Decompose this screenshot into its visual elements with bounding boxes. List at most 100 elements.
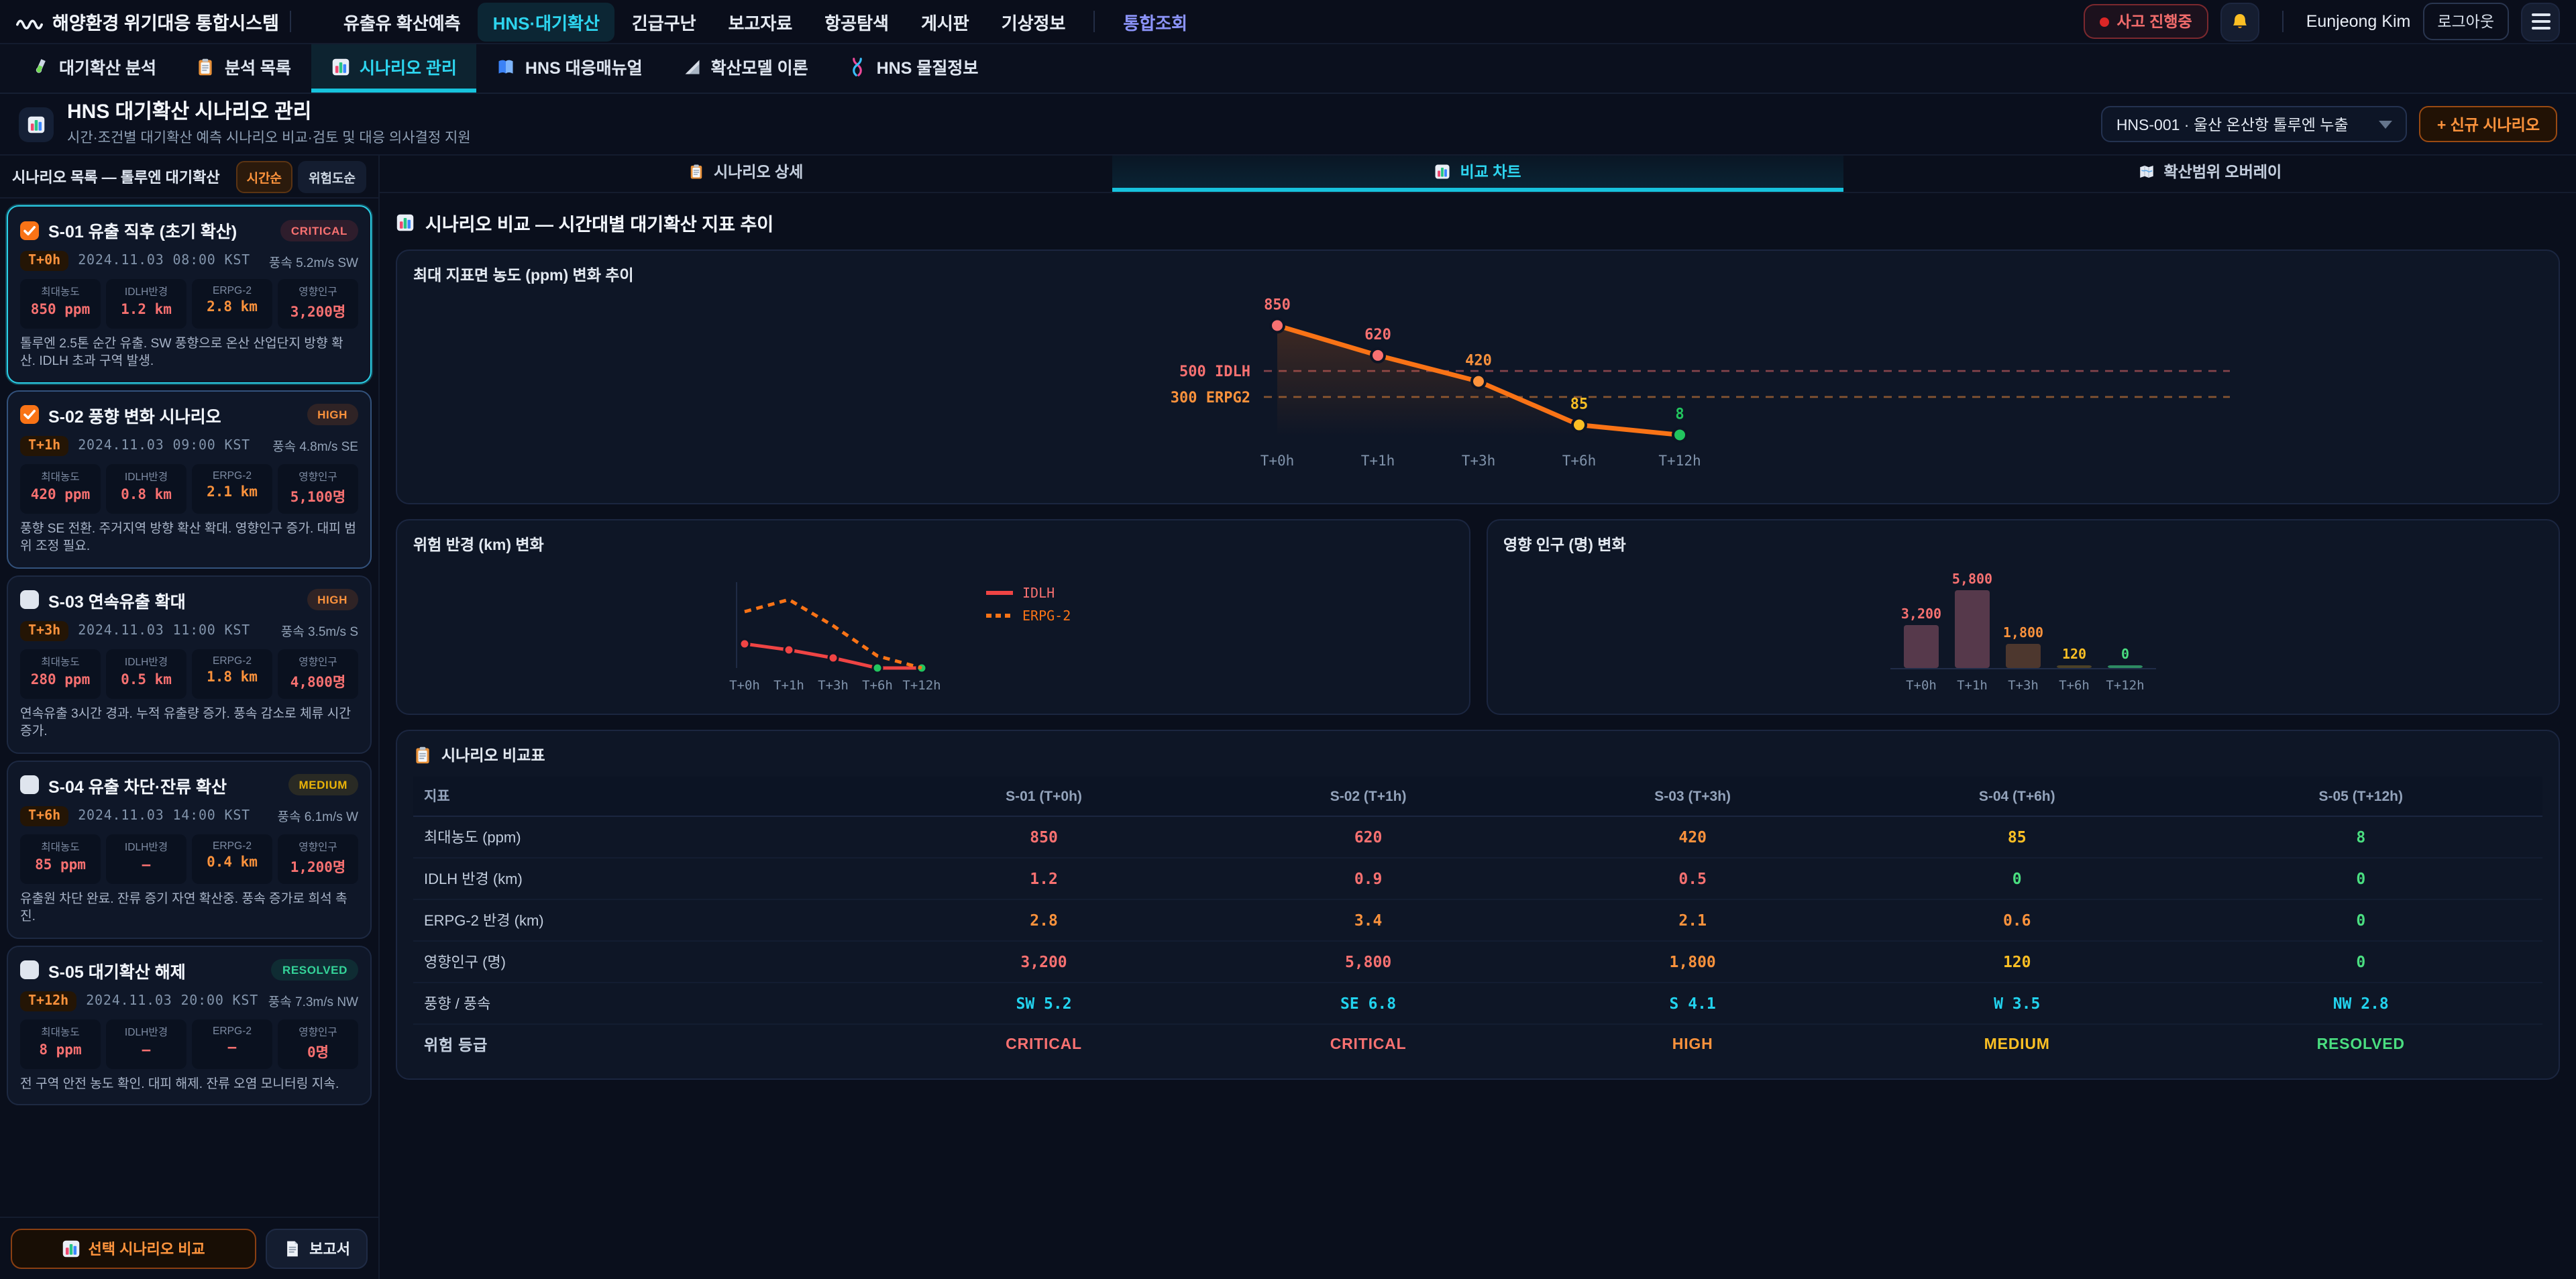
subtab-2[interactable]: 분석 목록 <box>176 44 311 93</box>
table-cell: 420 <box>1530 816 1855 858</box>
report-button[interactable]: 보고서 <box>265 1228 368 1268</box>
nav-item-6[interactable]: 게시판 <box>906 2 984 41</box>
scenario-card-S-05[interactable]: S-05 대기확산 해제RESOLVEDT+12h2024.11.03 20:0… <box>7 945 372 1106</box>
metric-box: IDLH반경1.2 km <box>106 279 186 329</box>
hamburger-icon <box>2531 13 2550 30</box>
new-scenario-button[interactable]: + 신규 시나리오 <box>2420 106 2557 142</box>
subtab-5[interactable]: 확산모델 이론 <box>663 44 828 93</box>
nav-divider <box>2282 11 2284 32</box>
row-label: 위험 등급 <box>413 1024 881 1065</box>
incident-status-badge[interactable]: 사고 진행중 <box>2083 4 2208 39</box>
metric-label: IDLH반경 <box>109 655 184 669</box>
scenario-title: S-03 연속유출 확대 <box>48 588 297 613</box>
scenario-checkbox[interactable] <box>20 221 39 239</box>
sort-button-1[interactable]: 시간순 <box>236 160 292 192</box>
scenario-card-S-02[interactable]: S-02 풍향 변화 시나리오HIGHT+1h2024.11.03 09:00 … <box>7 390 372 569</box>
table-cell: 0.5 <box>1530 858 1855 899</box>
svg-text:T+1h: T+1h <box>774 678 805 693</box>
metric-value: 0명 <box>280 1042 356 1062</box>
table-column-header: S-04 (T+6h) <box>1855 777 2180 816</box>
time-offset-badge: T+3h <box>20 621 68 641</box>
app-logo-text: 해양환경 위기대응 통합시스템 <box>52 8 279 35</box>
metric-value: 85 ppm <box>23 856 98 873</box>
table-cell: SW 5.2 <box>881 983 1206 1024</box>
svg-text:300 ERPG2: 300 ERPG2 <box>1170 390 1250 406</box>
subtab-6[interactable]: HNS 물질정보 <box>828 44 999 93</box>
scenario-checkbox[interactable] <box>20 406 39 425</box>
table-cell: 3.4 <box>1206 899 1531 941</box>
bell-icon <box>2230 11 2250 32</box>
table-cell: HIGH <box>1530 1024 1855 1065</box>
metric-value: 3,200명 <box>280 302 356 322</box>
incident-select[interactable]: HNS-001 · 울산 온산항 톨루엔 누출 <box>2102 106 2408 142</box>
svg-text:T+3h: T+3h <box>1461 453 1495 469</box>
svg-text:T+12h: T+12h <box>2106 678 2144 693</box>
compare-scenarios-button[interactable]: 선택 시나리오 비교 <box>11 1228 256 1268</box>
nav-item-8[interactable]: 통합조회 <box>1108 2 1202 41</box>
nav-item-2[interactable]: HNS·대기확산 <box>478 2 614 41</box>
metric-label: 영향인구 <box>280 839 356 854</box>
svg-text:T+3h: T+3h <box>818 678 849 693</box>
concentration-line-chart: 500 IDLH300 ERPG2850T+0h620T+1h420T+3h85… <box>413 286 2542 490</box>
scenario-datetime: 2024.11.03 08:00 KST <box>78 254 250 268</box>
nav-item-3[interactable]: 긴급구난 <box>617 2 711 41</box>
scenario-card-S-04[interactable]: S-04 유출 차단·잔류 확산MEDIUMT+6h2024.11.03 14:… <box>7 760 372 938</box>
scenario-datetime: 2024.11.03 20:00 KST <box>86 993 258 1008</box>
menu-button[interactable] <box>2521 2 2560 41</box>
metric-value: 0.5 km <box>109 672 184 688</box>
scenario-card-S-03[interactable]: S-03 연속유출 확대HIGHT+3h2024.11.03 11:00 KST… <box>7 575 372 754</box>
subtab-4[interactable]: HNS 대응매뉴얼 <box>477 44 663 93</box>
subtab-3[interactable]: 시나리오 관리 <box>311 44 477 93</box>
card-meta: T+12h2024.11.03 20:00 KST풍속 7.3m/s NW <box>20 991 358 1011</box>
comparison-table-title: 시나리오 비교표 <box>413 744 2542 766</box>
scenario-checkbox[interactable] <box>20 591 39 610</box>
time-offset-badge: T+1h <box>20 436 68 456</box>
svg-text:500 IDLH: 500 IDLH <box>1179 364 1250 380</box>
table-cell: 850 <box>881 816 1206 858</box>
notifications-button[interactable] <box>2220 2 2259 41</box>
metric-box: ERPG-20.4 km <box>192 834 272 883</box>
nav-item-7[interactable]: 기상정보 <box>987 2 1081 41</box>
main-tab-1[interactable]: 시나리오 상세 <box>380 156 1112 192</box>
main-tab-3[interactable]: 확산범위 오버레이 <box>1844 156 2576 192</box>
main-tab-2[interactable]: 비교 차트 <box>1112 156 1843 192</box>
table-cell: CRITICAL <box>1206 1024 1531 1065</box>
population-chart-panel: 영향 인구 (명) 변화 3,200T+0h5,800T+1h1,800T+3h… <box>1486 519 2560 715</box>
table-row: 영향인구 (명)3,2005,8001,8001200 <box>413 941 2542 983</box>
metric-label: ERPG-2 <box>195 655 270 667</box>
metric-label: ERPG-2 <box>195 839 270 851</box>
section-title-text: 시나리오 비교 — 시간대별 대기확산 지표 추이 <box>425 209 773 236</box>
svg-text:T+1h: T+1h <box>1360 453 1395 469</box>
scenario-title: S-05 대기확산 해제 <box>48 957 262 983</box>
subtab-1[interactable]: 대기확산 분석 <box>11 44 176 93</box>
table-cell: W 3.5 <box>1855 983 2180 1024</box>
logout-button[interactable]: 로그아웃 <box>2422 3 2509 40</box>
table-cell: 3,200 <box>881 941 1206 983</box>
row-label: IDLH 반경 (km) <box>413 858 881 899</box>
table-cell: 0.9 <box>1206 858 1531 899</box>
table-cell: MEDIUM <box>1855 1024 2180 1065</box>
scenario-checkbox[interactable] <box>20 775 39 794</box>
metric-box: 영향인구0명 <box>278 1019 358 1068</box>
metric-label: 최대농도 <box>23 839 98 854</box>
sort-button-2[interactable]: 위험도순 <box>298 160 366 192</box>
nav-item-1[interactable]: 유출유 확산예측 <box>329 2 476 41</box>
scenario-title: S-04 유출 차단·잔류 확산 <box>48 772 278 797</box>
scenario-checkbox[interactable] <box>20 960 39 979</box>
svg-text:T+6h: T+6h <box>2059 678 2090 693</box>
metric-value: 420 ppm <box>23 487 98 503</box>
nav-item-4[interactable]: 보고자료 <box>714 2 808 41</box>
clipboard-icon <box>413 746 432 765</box>
clipboard-icon <box>688 164 704 180</box>
sidebar-header: 시나리오 목록 — 톨루엔 대기확산 시간순위험도순 <box>0 156 378 199</box>
wave-icon <box>16 13 43 30</box>
scenario-card-S-01[interactable]: S-01 유출 직후 (초기 확산)CRITICALT+0h2024.11.03… <box>7 205 372 384</box>
wind-info: 풍속 5.2m/s SW <box>269 252 358 270</box>
nav-item-5[interactable]: 항공탐색 <box>810 2 904 41</box>
subtab-label: 분석 목록 <box>225 54 291 79</box>
user-name: Eunjeong Kim <box>2306 12 2411 31</box>
metric-boxes: 최대농도420 ppmIDLH반경0.8 kmERPG-22.1 km영향인구5… <box>20 464 358 514</box>
table-cell: 0 <box>2180 941 2543 983</box>
table-cell: 120 <box>1855 941 2180 983</box>
map-icon <box>2139 164 2155 180</box>
